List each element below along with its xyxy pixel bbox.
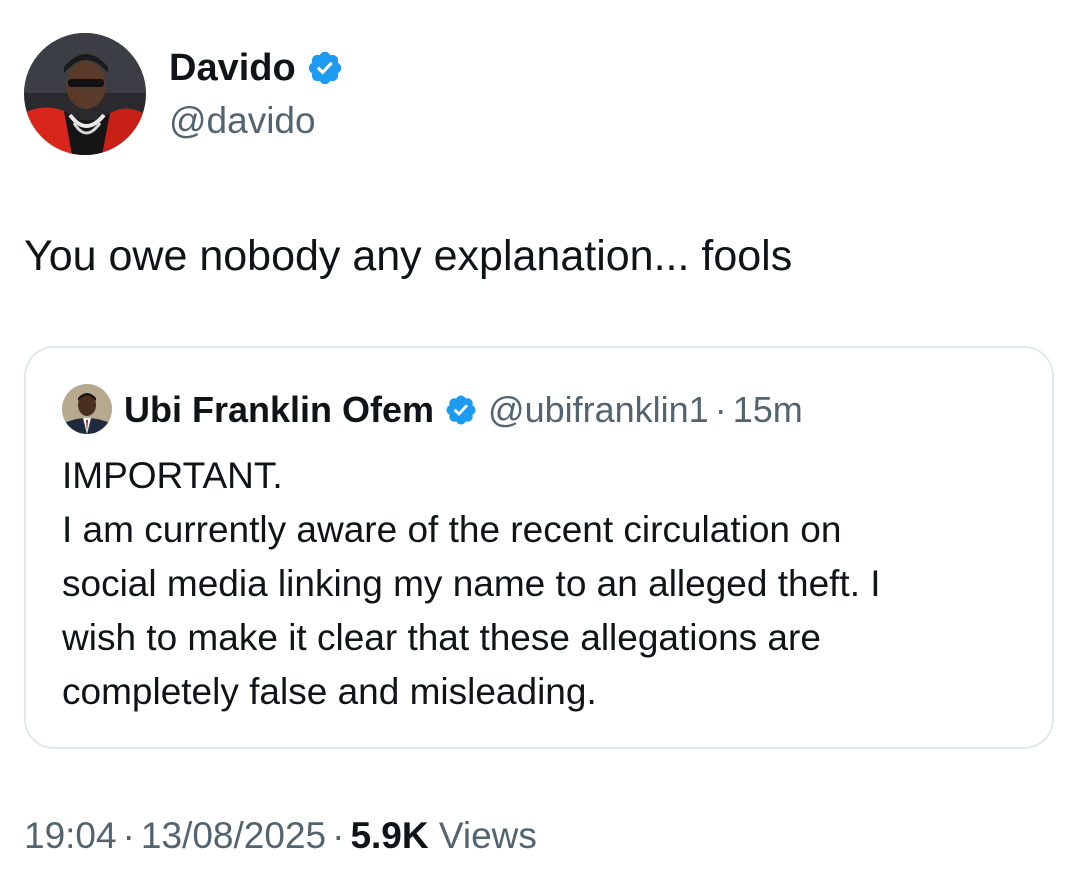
quoted-timestamp[interactable]: 15m <box>733 386 803 434</box>
views-count: 5.9K <box>350 815 429 856</box>
verified-badge-icon <box>446 395 476 425</box>
meta-separator: · <box>122 815 135 856</box>
quoted-tweet-text: IMPORTANT. I am currently aware of the r… <box>62 449 1022 719</box>
quoted-author-handle[interactable]: @ubifranklin1 <box>488 386 709 434</box>
tweet-date[interactable]: 13/08/2025 <box>141 815 326 856</box>
quoted-author-avatar[interactable] <box>62 384 112 434</box>
quoted-text-line: IMPORTANT. <box>62 455 283 496</box>
tweet-text: You owe nobody any explanation... fools <box>24 232 793 280</box>
verified-badge-icon <box>308 51 341 85</box>
author-avatar[interactable] <box>24 33 146 155</box>
author-handle[interactable]: @davido <box>169 98 316 144</box>
quoted-text-line: I am currently aware of the recent circu… <box>62 509 842 550</box>
quoted-separator: · <box>714 389 727 430</box>
quoted-text-line: wish to make it clear that these allegat… <box>62 617 821 658</box>
tweet-meta: 19:04 · 13/08/2025 · 5.9K Views <box>24 812 537 860</box>
quoted-text-line: social media linking my name to an alleg… <box>62 563 881 604</box>
quoted-author-name[interactable]: Ubi Franklin Ofem <box>124 386 434 434</box>
author-name-row[interactable]: Davido <box>169 44 344 92</box>
quoted-tweet-card[interactable]: Ubi Franklin Ofem @ubifranklin1 · 15m IM… <box>24 346 1054 749</box>
tweet-time[interactable]: 19:04 <box>24 815 117 856</box>
quoted-text-line: completely false and misleading. <box>62 671 597 712</box>
author-name[interactable]: Davido <box>169 44 296 92</box>
meta-separator: · <box>332 815 345 856</box>
quoted-author-avatar-image <box>62 384 112 434</box>
views-label[interactable]: Views <box>439 815 537 856</box>
author-avatar-image <box>24 33 146 155</box>
quoted-header: Ubi Franklin Ofem @ubifranklin1 · 15m <box>124 386 803 434</box>
